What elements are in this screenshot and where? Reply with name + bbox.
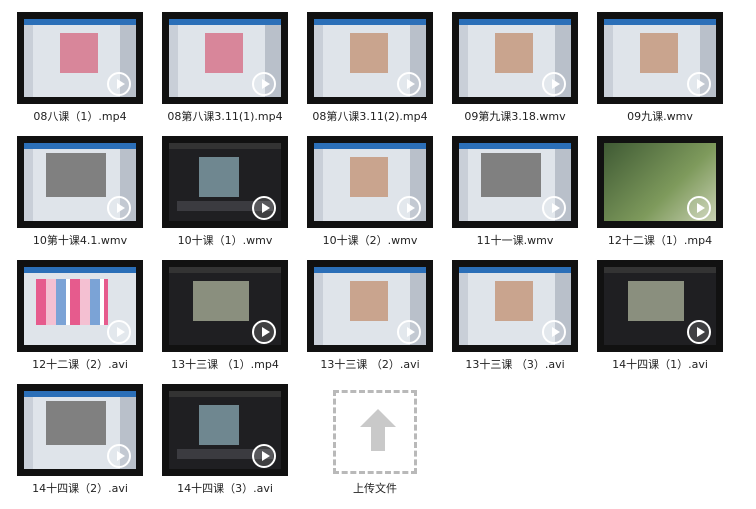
video-file-tile[interactable]: 10十课（2）.wmv bbox=[307, 136, 433, 252]
file-name-label: 09第九课3.18.wmv bbox=[464, 110, 566, 123]
play-icon[interactable] bbox=[687, 72, 711, 96]
video-file-tile[interactable]: 11十一课.wmv bbox=[452, 136, 578, 252]
file-name-label: 08第八课3.11(1).mp4 bbox=[167, 110, 283, 123]
play-icon[interactable] bbox=[687, 196, 711, 220]
file-name-label: 10第十课4.1.wmv bbox=[32, 234, 128, 247]
play-icon[interactable] bbox=[107, 72, 131, 96]
play-icon[interactable] bbox=[252, 196, 276, 220]
file-name-label: 14十四课（2）.avi bbox=[32, 482, 128, 495]
video-file-tile[interactable]: 12十二课（2）.avi bbox=[17, 260, 143, 376]
video-thumbnail bbox=[162, 12, 288, 104]
file-name-label: 13十三课 （3）.avi bbox=[465, 358, 565, 371]
video-file-tile[interactable]: 14十四课（3）.avi bbox=[162, 384, 288, 500]
video-thumbnail bbox=[17, 384, 143, 476]
video-thumbnail bbox=[162, 384, 288, 476]
file-name-label: 12十二课（2）.avi bbox=[32, 358, 128, 371]
video-file-tile[interactable]: 14十四课（2）.avi bbox=[17, 384, 143, 500]
upload-button[interactable] bbox=[333, 390, 417, 474]
file-name-label: 10十课（1）.wmv bbox=[177, 234, 273, 247]
file-name-label: 14十四课（3）.avi bbox=[177, 482, 273, 495]
play-icon[interactable] bbox=[542, 320, 566, 344]
video-thumbnail bbox=[307, 136, 433, 228]
file-name-label: 14十四课（1）.avi bbox=[612, 358, 708, 371]
file-name-label: 10十课（2）.wmv bbox=[322, 234, 418, 247]
file-name-label: 09九课.wmv bbox=[627, 110, 693, 123]
play-icon[interactable] bbox=[252, 72, 276, 96]
video-thumbnail bbox=[452, 260, 578, 352]
video-file-tile[interactable]: 13十三课 （1）.mp4 bbox=[162, 260, 288, 376]
upload-arrow-icon bbox=[360, 409, 396, 451]
file-name-label: 11十一课.wmv bbox=[476, 234, 554, 247]
file-name-label: 13十三课 （2）.avi bbox=[320, 358, 420, 371]
video-thumbnail bbox=[452, 136, 578, 228]
video-thumbnail bbox=[17, 260, 143, 352]
file-name-label: 08第八课3.11(2).mp4 bbox=[312, 110, 428, 123]
play-icon[interactable] bbox=[397, 72, 421, 96]
video-thumbnail bbox=[17, 12, 143, 104]
video-file-tile[interactable]: 10第十课4.1.wmv bbox=[17, 136, 143, 252]
play-icon[interactable] bbox=[542, 72, 566, 96]
play-icon[interactable] bbox=[397, 196, 421, 220]
video-thumbnail bbox=[597, 12, 723, 104]
play-icon[interactable] bbox=[542, 196, 566, 220]
video-file-tile[interactable]: 08第八课3.11(2).mp4 bbox=[307, 12, 433, 128]
video-file-tile[interactable]: 12十二课（1）.mp4 bbox=[597, 136, 723, 252]
play-icon[interactable] bbox=[107, 196, 131, 220]
video-thumbnail bbox=[452, 12, 578, 104]
file-name-label: 12十二课（1）.mp4 bbox=[607, 234, 713, 247]
upload-label: 上传文件 bbox=[353, 482, 397, 495]
video-file-tile[interactable]: 13十三课 （2）.avi bbox=[307, 260, 433, 376]
play-icon[interactable] bbox=[252, 444, 276, 468]
video-file-tile[interactable]: 13十三课 （3）.avi bbox=[452, 260, 578, 376]
video-thumbnail bbox=[597, 260, 723, 352]
play-icon[interactable] bbox=[107, 320, 131, 344]
play-icon[interactable] bbox=[252, 320, 276, 344]
play-icon[interactable] bbox=[687, 320, 711, 344]
video-file-tile[interactable]: 09九课.wmv bbox=[597, 12, 723, 128]
video-thumbnail bbox=[162, 260, 288, 352]
video-thumbnail bbox=[162, 136, 288, 228]
video-file-tile[interactable]: 08第八课3.11(1).mp4 bbox=[162, 12, 288, 128]
play-icon[interactable] bbox=[107, 444, 131, 468]
file-name-label: 13十三课 （1）.mp4 bbox=[171, 358, 279, 371]
video-file-tile[interactable]: 09第九课3.18.wmv bbox=[452, 12, 578, 128]
video-file-tile[interactable]: 08八课（1）.mp4 bbox=[17, 12, 143, 128]
play-icon[interactable] bbox=[397, 320, 421, 344]
video-file-tile[interactable]: 14十四课（1）.avi bbox=[597, 260, 723, 376]
video-file-tile[interactable]: 10十课（1）.wmv bbox=[162, 136, 288, 252]
file-name-label: 08八课（1）.mp4 bbox=[33, 110, 127, 123]
video-thumbnail bbox=[307, 260, 433, 352]
video-thumbnail bbox=[307, 12, 433, 104]
video-thumbnail bbox=[597, 136, 723, 228]
video-thumbnail bbox=[17, 136, 143, 228]
